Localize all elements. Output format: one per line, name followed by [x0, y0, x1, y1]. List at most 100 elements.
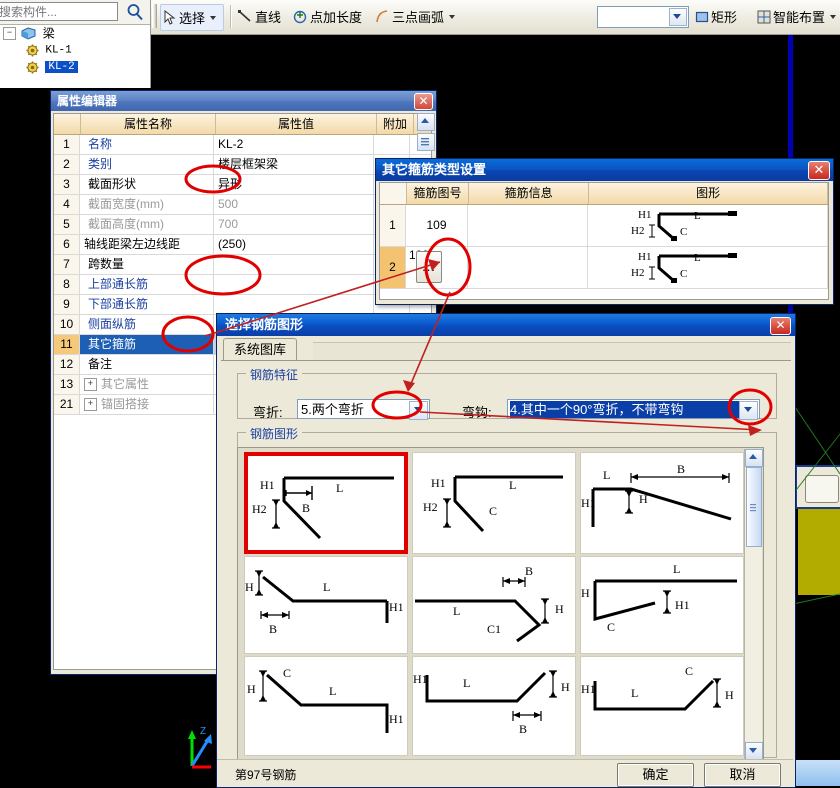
tool-line[interactable]: 直线: [238, 4, 281, 29]
chevron-down-icon[interactable]: [449, 14, 456, 19]
toolbar-combo[interactable]: [597, 6, 689, 28]
stirrup-type-dialog[interactable]: 其它箍筋类型设置 ✕ 箍筋图号 箍筋信息 图形 1 109 H1 H2 L C …: [375, 158, 834, 305]
main-toolbar[interactable]: 选择 直线 点加长度 三点画弧 矩形 智能布置: [150, 0, 840, 35]
search-input[interactable]: 搜索构件...: [0, 2, 118, 21]
shape-cell-1[interactable]: H1 H2 L B: [244, 452, 408, 554]
tool-select[interactable]: 选择: [160, 4, 225, 31]
row-value[interactable]: (250): [214, 235, 374, 254]
hook-dropdown[interactable]: 4.其中一个90°弯折，不带弯钩: [507, 399, 760, 420]
rebar-dialog-statusbar: 第97号钢筋 确定 取消: [217, 759, 793, 787]
chevron-down-icon[interactable]: [210, 15, 217, 20]
scroll-down-icon[interactable]: [745, 742, 763, 760]
row-value[interactable]: 700: [214, 215, 374, 234]
tool-three-point-arc[interactable]: 三点画弧: [375, 4, 459, 29]
close-icon[interactable]: ✕: [414, 93, 433, 110]
shape-cell-8[interactable]: H1 L B H: [412, 656, 576, 756]
grid-icon: [757, 10, 771, 23]
row-value[interactable]: 楼层框架梁: [214, 155, 374, 174]
component-navigator[interactable]: 搜索构件... − 梁 KL-1 KL-2: [0, 0, 151, 88]
svg-text:C: C: [489, 504, 497, 518]
col-name: 属性名称: [81, 114, 216, 134]
row-value[interactable]: [214, 275, 374, 294]
shape-cell-4[interactable]: H L B H1: [244, 556, 408, 654]
rebar-dialog-titlebar: 选择钢筋图形 ✕: [217, 314, 795, 336]
tool-add-length-label: 点加长度: [310, 10, 363, 25]
scroll-up-icon[interactable]: [745, 449, 763, 467]
svg-text:H1: H1: [413, 672, 428, 686]
expand-icon[interactable]: +: [84, 378, 97, 392]
tool-smart-layout-label: 智能布置: [773, 10, 826, 25]
row-value[interactable]: 500: [214, 195, 374, 214]
row-value[interactable]: KL-2: [214, 135, 374, 154]
close-icon[interactable]: ✕: [808, 161, 830, 180]
row-index: 4: [54, 195, 80, 214]
row-value[interactable]: [214, 295, 374, 314]
tree-item-kl1[interactable]: KL-1: [0, 42, 150, 59]
svg-text:L: L: [603, 468, 610, 482]
svg-text:L: L: [336, 481, 343, 495]
gallery-scrollbar[interactable]: [744, 449, 763, 760]
row-index: 2: [380, 247, 406, 288]
rebar-shape-gallery[interactable]: H1 H2 L B H1 H2 L C H1 L B H H L B H1 B …: [237, 447, 764, 762]
beam-icon: [21, 27, 36, 40]
shape-cell-7[interactable]: H C L H1: [244, 656, 408, 756]
hook-value: 4.其中一个90°弯折，不带弯钩: [510, 401, 739, 418]
tree-expander-icon[interactable]: −: [3, 27, 16, 41]
svg-text:H: H: [561, 680, 570, 694]
table-row[interactable]: 1 109 H1 H2 L C: [380, 205, 828, 247]
row-stirrup-number-cell[interactable]: 109 ...: [406, 247, 468, 288]
row-name: 截面宽度(mm): [80, 195, 214, 214]
shape-cell-6[interactable]: H L C H1: [580, 556, 744, 654]
stirrup-grid[interactable]: 箍筋图号 箍筋信息 图形 1 109 H1 H2 L C 2 ... H1 H2…: [379, 182, 829, 300]
row-index: 6: [54, 235, 80, 254]
tab-system-library[interactable]: 系统图库: [223, 338, 298, 360]
tree-item-beam[interactable]: − 梁: [0, 25, 150, 42]
shape-cell-9[interactable]: H1 L C H: [580, 656, 744, 756]
close-icon[interactable]: ✕: [770, 317, 791, 335]
rectangle-icon: [695, 11, 709, 22]
shape-cell-3[interactable]: H1 L B H: [580, 452, 744, 554]
toolbar-grip[interactable]: [152, 4, 157, 28]
cancel-button[interactable]: 取消: [704, 763, 781, 787]
row-index: 2: [54, 155, 80, 174]
row-stirrup-number[interactable]: 109: [406, 205, 468, 246]
rebar-shape-grid[interactable]: H1 H2 L B H1 H2 L C H1 L B H H L B H1 B …: [240, 450, 744, 759]
bend-dropdown[interactable]: 5.两个弯折: [297, 399, 430, 420]
chevron-down-icon[interactable]: [739, 401, 758, 420]
chevron-down-icon[interactable]: [830, 14, 837, 19]
rebar-shape-icon-9: H1 L C H: [581, 664, 734, 711]
bend-value: 5.两个弯折: [301, 402, 364, 417]
tabstrip[interactable]: 系统图库: [221, 338, 791, 361]
rebar-shape-icon-1: H1 H2 L B: [252, 476, 394, 540]
search-icon[interactable]: [126, 3, 144, 21]
extend-icon: [293, 10, 307, 24]
table-row[interactable]: 2 109 ... H1 H2 L C: [380, 247, 828, 289]
row-value[interactable]: 异形: [214, 175, 374, 194]
scroll-thumb[interactable]: [746, 467, 762, 547]
ok-button[interactable]: 确定: [617, 763, 694, 787]
row-index: 1: [54, 135, 80, 154]
row-stirrup-info[interactable]: [468, 247, 588, 288]
row-value[interactable]: [214, 255, 374, 274]
tool-smart-layout[interactable]: 智能布置: [757, 4, 840, 29]
expand-icon[interactable]: +: [84, 398, 97, 412]
svg-text:H1: H1: [431, 476, 446, 490]
row-stirrup-info[interactable]: [468, 205, 588, 246]
tool-rectangle[interactable]: 矩形: [695, 4, 737, 29]
row-name: 备注: [80, 355, 214, 374]
scroll-up-icon[interactable]: [417, 113, 435, 131]
search-bar[interactable]: 搜索构件...: [0, 0, 150, 25]
table-row[interactable]: 1 名称 KL-2: [54, 135, 431, 155]
chevron-down-icon[interactable]: [409, 401, 428, 420]
component-tree[interactable]: − 梁 KL-1 KL-2: [0, 25, 150, 76]
shape-cell-2[interactable]: H1 H2 L C: [412, 452, 576, 554]
scroll-thumb[interactable]: [417, 133, 435, 151]
stirrup-grid-header: 箍筋图号 箍筋信息 图形: [380, 183, 828, 205]
shape-cell-5[interactable]: B L C1 H: [412, 556, 576, 654]
tool-add-length[interactable]: 点加长度: [293, 4, 362, 29]
chevron-down-icon[interactable]: [669, 8, 687, 26]
property-grid-scrollbar[interactable]: [417, 113, 435, 153]
open-shape-picker-button[interactable]: ...: [416, 251, 442, 283]
tree-item-kl2[interactable]: KL-2: [0, 59, 150, 76]
row-extra[interactable]: [374, 135, 410, 154]
